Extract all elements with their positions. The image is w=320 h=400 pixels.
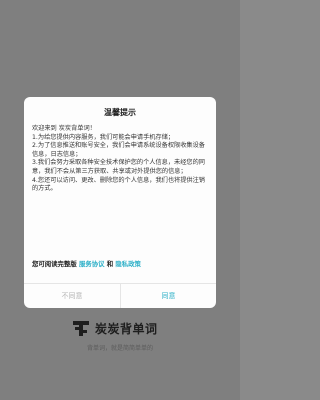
policy-line: 您可阅读完整版 服务协议 和 隐私政策 [32, 260, 210, 268]
privacy-dialog: 温馨提示 欢迎来到 炭炭背单词！ 1.为给您提供内容服务，我们可能会申请手机存储… [24, 97, 216, 308]
welcome-text: 欢迎来到 炭炭背单词！ [32, 125, 96, 132]
policy-prefix: 您可阅读完整版 [32, 260, 79, 268]
app-name: 炭炭背单词 [95, 322, 158, 336]
splash-screen: 温馨提示 欢迎来到 炭炭背单词！ 1.为给您提供内容服务，我们可能会申请手机存储… [0, 0, 240, 400]
dialog-body: 欢迎来到 炭炭背单词！ 1.为给您提供内容服务，我们可能会申请手机存储； 2.为… [32, 125, 210, 194]
service-agreement-link[interactable]: 服务协议 [79, 260, 105, 268]
app-logo-icon [73, 321, 89, 336]
app-tagline: 背单词，就是简简单单的 [86, 345, 153, 352]
terms-item-4: 4.您还可以访问、更改、删除您的个人信息，我们也将提供注销的方式。 [32, 176, 205, 193]
terms-item-1: 1.为给您提供内容服务，我们可能会申请手机存储； [32, 133, 175, 141]
disagree-button[interactable]: 不同意 [24, 284, 120, 308]
dialog-title: 温馨提示 [104, 108, 136, 117]
policy-conjunction: 和 [104, 260, 116, 268]
terms-item-2: 2.为了信息推送和账号安全，我们会申请系统设备权限收集设备信息，日志信息； [32, 142, 205, 158]
terms-item-3: 3.我们会努力采取各种安全技术保护您的个人信息，未经您的同意，我们不会从第三方获… [32, 159, 205, 175]
agree-button[interactable]: 同意 [121, 284, 216, 308]
privacy-policy-link[interactable]: 隐私政策 [115, 260, 141, 268]
